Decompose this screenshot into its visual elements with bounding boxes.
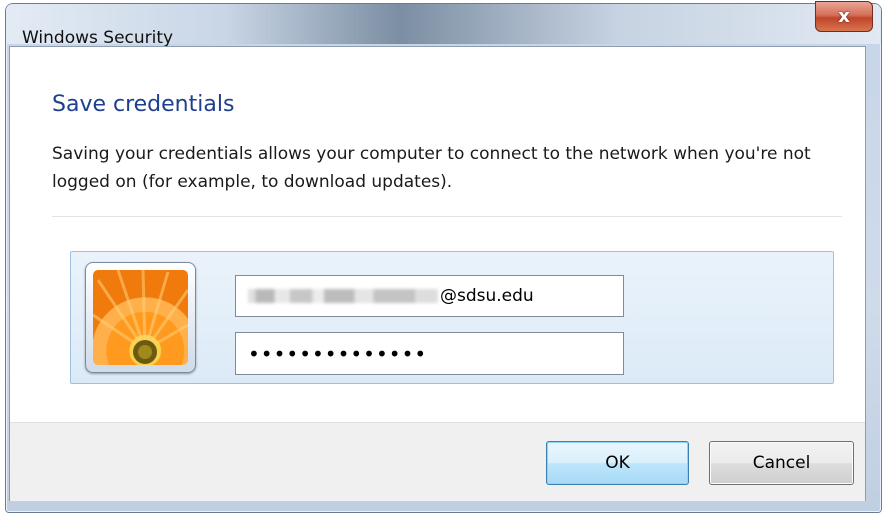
username-suffix: @sdsu.edu: [440, 286, 534, 306]
dialog-heading: Save credentials: [52, 92, 235, 117]
flower-icon: [93, 270, 188, 365]
ok-button[interactable]: OK: [546, 441, 689, 485]
redacted-username: [248, 289, 438, 303]
password-field[interactable]: ••••••••••••••: [235, 332, 624, 375]
cancel-button[interactable]: Cancel: [709, 441, 854, 485]
user-avatar: [85, 262, 196, 373]
password-mask: ••••••••••••••: [248, 341, 428, 366]
separator: [52, 216, 842, 217]
dialog-description: Saving your credentials allows your comp…: [52, 144, 811, 192]
close-icon: x: [838, 6, 850, 27]
username-field[interactable]: @sdsu.edu: [235, 275, 624, 317]
close-button[interactable]: x: [815, 1, 873, 32]
window-title: Windows Security: [22, 28, 174, 48]
